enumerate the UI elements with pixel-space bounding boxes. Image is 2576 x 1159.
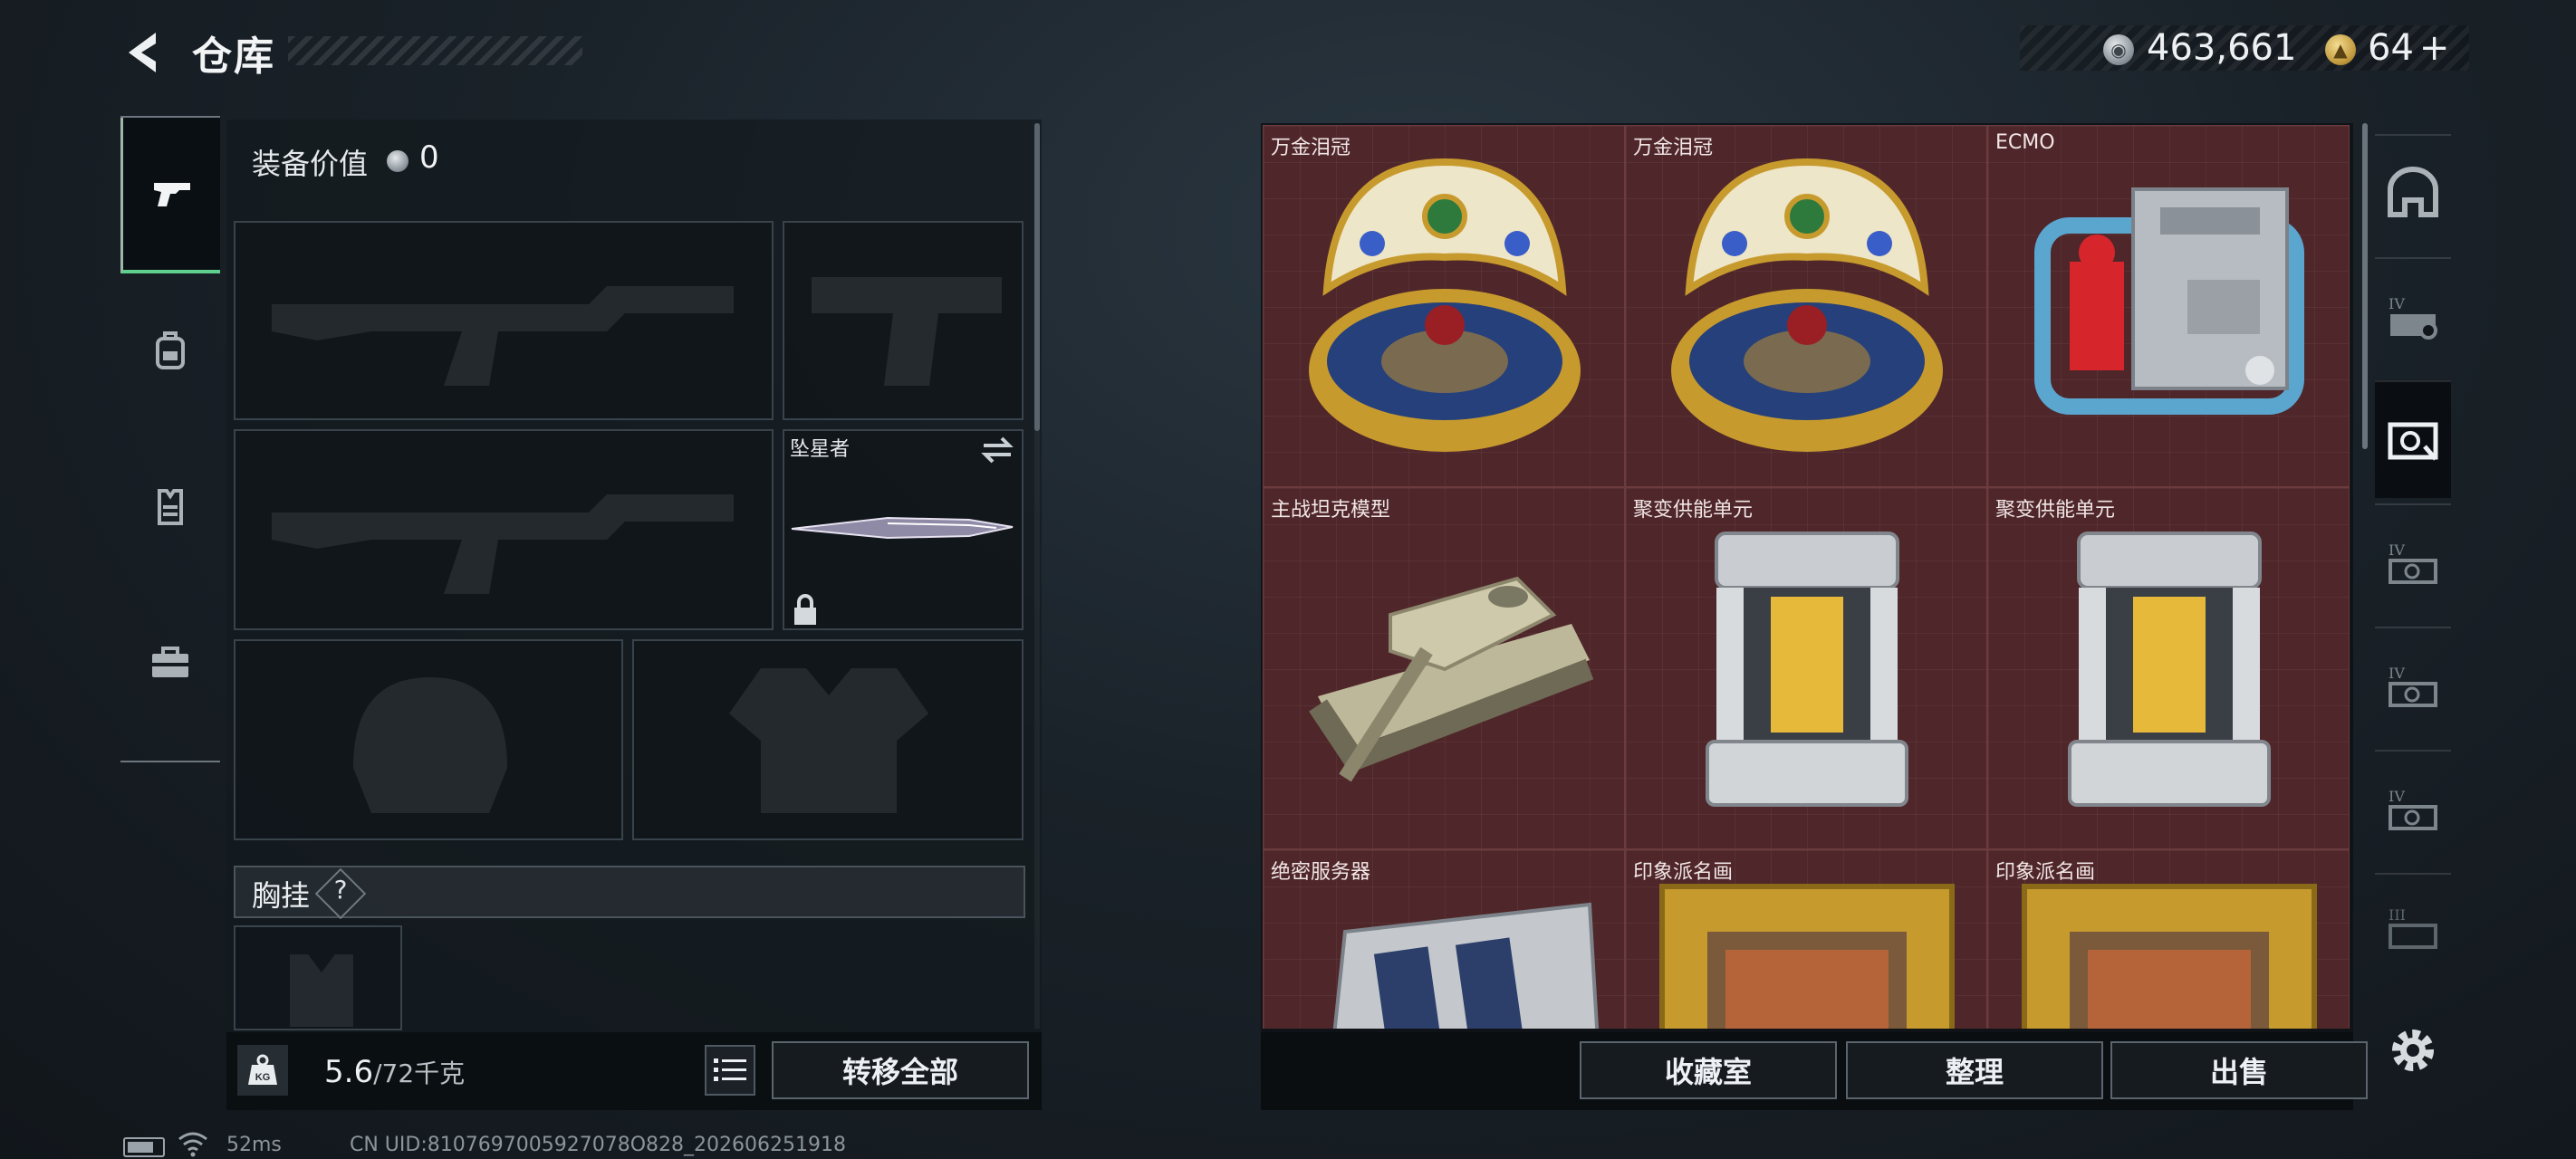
title-decoration — [288, 36, 582, 65]
svg-text:IV: IV — [2389, 295, 2405, 312]
vest-icon — [158, 489, 183, 525]
fusion-cell-icon — [1706, 532, 1908, 807]
melee-name: 坠星者 — [790, 438, 851, 461]
equipment-scrollbar[interactable] — [1034, 123, 1040, 431]
page-title: 仓库 — [192, 34, 275, 80]
tab-backpack[interactable] — [120, 273, 220, 429]
jeweled-egg-icon — [1671, 158, 1943, 452]
case-iv-icon: IV — [2389, 788, 2437, 830]
gold-currency-value: 64 — [2368, 27, 2414, 69]
item-cell[interactable]: 聚变供能单元 — [1987, 487, 2350, 849]
item-cell[interactable]: 印象派名画 — [1987, 849, 2350, 1029]
rifle-placeholder-icon — [272, 286, 734, 386]
gear-icon[interactable] — [2384, 1021, 2442, 1079]
equipment-value-label: 装备价值 — [252, 147, 369, 181]
armor-slot[interactable] — [632, 639, 1024, 840]
sort-button[interactable]: 整理 — [1846, 1041, 2103, 1099]
svg-text:KG: KG — [255, 1072, 271, 1083]
fusion-cell-icon — [2068, 532, 2271, 807]
chest-rig-label: 胸挂 — [252, 878, 311, 913]
tab-case-iv-1[interactable]: IV — [2375, 257, 2451, 375]
pistol-slot[interactable] — [783, 221, 1024, 420]
stash-scrollbar[interactable] — [2362, 123, 2368, 449]
weight-max: /72千克 — [373, 1058, 466, 1088]
svg-text:III: III — [2389, 906, 2406, 924]
back-button[interactable] — [118, 25, 172, 80]
swap-icon[interactable] — [980, 435, 1014, 465]
tab-case-selected[interactable] — [2375, 380, 2451, 498]
collection-room-button[interactable]: 收藏室 — [1580, 1041, 1837, 1099]
help-icon-glyph: ? — [333, 875, 348, 905]
tab-weapons[interactable] — [120, 118, 220, 273]
user-uid: CN UID:8107697005927078O828_202606251918 — [350, 1134, 846, 1156]
gold-add-icon[interactable]: + — [2419, 27, 2450, 69]
tab-case-iv-4[interactable]: IV — [2375, 750, 2451, 867]
server-icon — [1332, 902, 1599, 1029]
svg-text:IV: IV — [2389, 788, 2405, 805]
backpack-icon — [156, 331, 185, 369]
svg-text:IV: IV — [2389, 541, 2405, 559]
lock-icon — [794, 594, 816, 625]
toolbox-icon — [152, 647, 188, 677]
helmet-slot[interactable] — [234, 639, 623, 840]
case-iii-icon: III — [2389, 906, 2437, 949]
item-cell[interactable]: 万金泪冠 — [1625, 125, 1987, 487]
stash-grid: 万金泪冠 万金泪冠 ECMO 主战坦克模型 聚变供能单元 聚变供能单元 绝密服务… — [1263, 125, 2350, 1029]
transfer-all-button[interactable]: 转移全部 — [772, 1041, 1029, 1099]
item-cell[interactable]: 印象派名画 — [1625, 849, 1987, 1029]
weight-readout: 5.6/72千克 — [324, 1054, 465, 1090]
item-cell[interactable]: 万金泪冠 — [1263, 125, 1625, 487]
item-cell[interactable]: 主战坦克模型 — [1263, 487, 1625, 849]
secondary-weapon-slot[interactable] — [234, 429, 774, 630]
silver-coin-icon — [387, 150, 409, 172]
list-view-button[interactable] — [705, 1045, 755, 1096]
gold-currency[interactable]: 64 + — [2368, 27, 2449, 69]
silver-coin-icon: ◉ — [2103, 34, 2134, 65]
helmet-placeholder-icon — [353, 677, 507, 813]
tab-vest[interactable] — [120, 429, 220, 585]
weight-icon: KG — [237, 1045, 288, 1096]
pistol-placeholder-icon — [812, 277, 1002, 386]
battery-icon — [123, 1137, 165, 1157]
ping-readout: 52ms — [226, 1134, 282, 1156]
chevron-left-icon — [129, 33, 156, 72]
tab-case-iii[interactable]: III — [2375, 873, 2451, 982]
chest-rig-slot[interactable] — [234, 925, 402, 1030]
case-iv-icon: IV — [2389, 665, 2437, 707]
pistol-icon — [153, 183, 190, 206]
weight-current: 5.6 — [324, 1054, 374, 1090]
equipment-tabs — [120, 116, 220, 762]
tab-vault[interactable] — [2375, 134, 2451, 252]
svg-text:IV: IV — [2389, 665, 2405, 682]
tab-case-iv-2[interactable]: IV — [2375, 503, 2451, 621]
tab-toolbox[interactable] — [120, 585, 220, 741]
case-active-icon — [2388, 422, 2438, 461]
tab-case-iv-3[interactable]: IV — [2375, 627, 2451, 744]
rifle-placeholder-icon — [272, 494, 734, 594]
star-knife-icon — [791, 516, 1014, 540]
framed-painting-icon — [2022, 884, 2317, 1029]
jeweled-egg-icon — [1309, 158, 1581, 452]
ecmo-machine-icon — [2034, 187, 2304, 415]
item-cell[interactable]: 聚变供能单元 — [1625, 487, 1987, 849]
framed-painting-icon — [1659, 884, 1955, 1029]
item-name: ECMO — [1995, 131, 2055, 154]
equipment-value: 0 — [419, 139, 439, 176]
item-cell[interactable]: 绝密服务器 — [1263, 849, 1625, 1029]
vault-icon — [2388, 167, 2438, 217]
list-icon — [714, 1058, 746, 1081]
sell-button[interactable]: 出售 — [2110, 1041, 2368, 1099]
wifi-icon — [178, 1132, 207, 1157]
gold-coin-icon: ▲ — [2325, 34, 2356, 65]
primary-weapon-slot[interactable] — [234, 221, 774, 420]
chest-rig-placeholder-icon — [290, 954, 353, 1027]
tank-model-icon — [1309, 576, 1594, 782]
item-cell[interactable]: ECMO — [1987, 125, 2350, 487]
silver-currency-value: 463,661 — [2147, 27, 2297, 69]
case-iv-icon: IV — [2389, 541, 2437, 584]
armor-placeholder-icon — [729, 668, 928, 813]
case-iv-icon: IV — [2389, 295, 2437, 340]
